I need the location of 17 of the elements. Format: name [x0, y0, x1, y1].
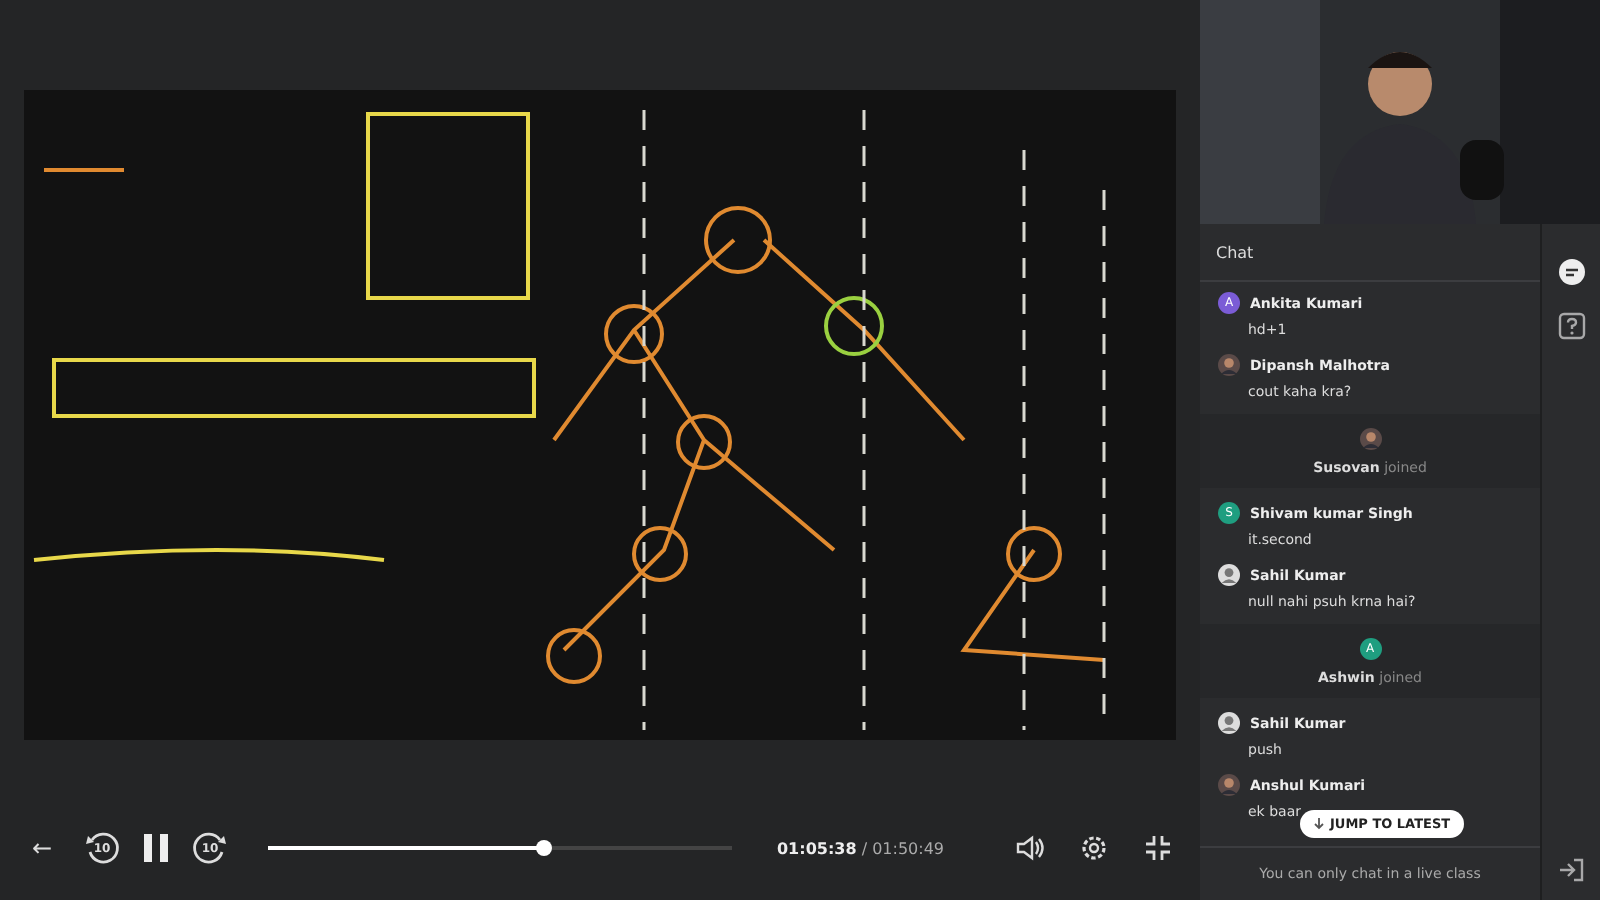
- down-arrow-icon: [1314, 818, 1324, 830]
- help-icon[interactable]: [1557, 312, 1585, 340]
- exit-fullscreen-icon[interactable]: [1144, 834, 1172, 862]
- total-time: / 01:50:49: [861, 839, 944, 857]
- pause-button[interactable]: [140, 830, 173, 866]
- back-button[interactable]: ←: [32, 834, 53, 862]
- avatar-icon: [1218, 774, 1240, 796]
- avatar-icon: [1359, 428, 1381, 450]
- avatar-icon: [1218, 354, 1240, 376]
- chat-icon[interactable]: [1557, 258, 1585, 286]
- user-icon: [1218, 712, 1240, 734]
- current-time: 01:05:38: [776, 839, 857, 857]
- volume-icon[interactable]: [1016, 834, 1044, 862]
- settings-icon[interactable]: [1080, 834, 1108, 862]
- user-icon: [1218, 564, 1240, 586]
- exit-icon[interactable]: [1557, 856, 1585, 884]
- chat-title: Chat: [1200, 224, 1540, 282]
